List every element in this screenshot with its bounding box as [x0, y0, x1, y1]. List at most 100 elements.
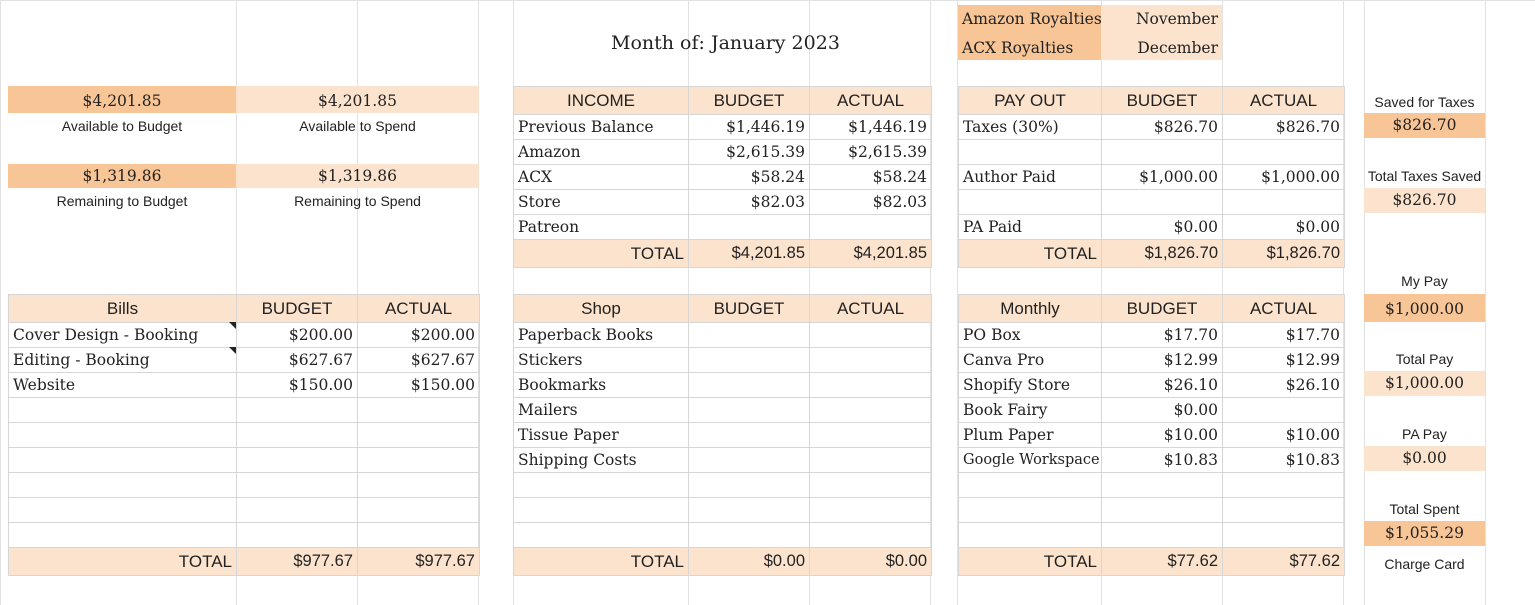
monthly-budget[interactable] — [1101, 522, 1223, 548]
shop-total-actual[interactable]: $0.00 — [809, 547, 932, 576]
total-spent-value[interactable]: $1,055.29 — [1364, 521, 1485, 546]
shop-budget[interactable] — [688, 497, 810, 523]
total-pay-value[interactable]: $1,000.00 — [1364, 371, 1485, 396]
bills-total-actual[interactable]: $977.67 — [357, 547, 480, 576]
total-taxes-saved-value[interactable]: $826.70 — [1364, 188, 1485, 213]
shop-actual-header[interactable]: ACTUAL — [809, 294, 932, 323]
monthly-budget[interactable]: $17.70 — [1101, 322, 1223, 348]
bill-label[interactable] — [8, 447, 237, 473]
shop-actual[interactable] — [809, 322, 932, 348]
shop-total-label[interactable]: TOTAL — [513, 547, 689, 576]
shop-header[interactable]: Shop — [513, 294, 689, 323]
shop-total-budget[interactable]: $0.00 — [688, 547, 810, 576]
shop-label[interactable] — [513, 497, 689, 523]
monthly-total-budget[interactable]: $77.62 — [1101, 547, 1223, 576]
income-budget[interactable] — [688, 214, 810, 240]
bill-budget[interactable]: $200.00 — [236, 322, 358, 348]
shop-budget[interactable] — [688, 397, 810, 423]
shop-budget[interactable] — [688, 447, 810, 473]
amazon-royalties-label[interactable]: Amazon Royalties — [958, 5, 1101, 34]
shop-label[interactable]: Bookmarks — [513, 372, 689, 398]
income-header[interactable]: INCOME — [513, 86, 689, 115]
payout-label[interactable] — [958, 189, 1102, 215]
monthly-total-actual[interactable]: $77.62 — [1222, 547, 1345, 576]
monthly-label[interactable] — [958, 522, 1102, 548]
shop-label[interactable]: Mailers — [513, 397, 689, 423]
income-total-label[interactable]: TOTAL — [513, 239, 689, 268]
monthly-actual[interactable]: $26.10 — [1222, 372, 1345, 398]
bill-actual[interactable]: $150.00 — [357, 372, 480, 398]
my-pay-value[interactable]: $1,000.00 — [1364, 294, 1485, 322]
bill-actual[interactable]: $200.00 — [357, 322, 480, 348]
bill-label[interactable] — [8, 422, 237, 448]
shop-label[interactable]: Paperback Books — [513, 322, 689, 348]
payout-label[interactable] — [958, 139, 1102, 165]
payout-actual[interactable]: $826.70 — [1222, 114, 1345, 140]
saved-for-taxes-value[interactable]: $826.70 — [1364, 113, 1485, 138]
monthly-label[interactable] — [958, 472, 1102, 498]
monthly-actual[interactable]: $10.00 — [1222, 422, 1345, 448]
payout-budget[interactable] — [1101, 139, 1223, 165]
pa-pay-value[interactable]: $0.00 — [1364, 446, 1485, 471]
monthly-budget[interactable]: $10.83 — [1101, 447, 1223, 473]
monthly-label[interactable]: Canva Pro — [958, 347, 1102, 373]
income-budget[interactable]: $58.24 — [688, 164, 810, 190]
amazon-royalties-month[interactable]: November — [1101, 5, 1222, 34]
income-actual[interactable] — [809, 214, 932, 240]
bill-budget[interactable] — [236, 397, 358, 423]
bill-actual[interactable] — [357, 522, 480, 548]
bills-total-label[interactable]: TOTAL — [8, 547, 237, 576]
monthly-actual[interactable] — [1222, 472, 1345, 498]
payout-label[interactable]: Author Paid — [958, 164, 1102, 190]
income-label[interactable]: Previous Balance — [513, 114, 689, 140]
bills-actual-header[interactable]: ACTUAL — [357, 294, 480, 323]
shop-budget[interactable] — [688, 422, 810, 448]
remaining-to-budget-value[interactable]: $1,319.86 — [8, 164, 236, 188]
bill-budget[interactable] — [236, 447, 358, 473]
shop-actual[interactable] — [809, 347, 932, 373]
shop-label[interactable] — [513, 472, 689, 498]
income-budget[interactable]: $2,615.39 — [688, 139, 810, 165]
shop-actual[interactable] — [809, 372, 932, 398]
bill-actual[interactable]: $627.67 — [357, 347, 480, 373]
cell-note-indicator[interactable] — [229, 347, 236, 354]
monthly-label[interactable]: Shopify Store — [958, 372, 1102, 398]
shop-budget[interactable] — [688, 322, 810, 348]
shop-budget[interactable] — [688, 347, 810, 373]
income-label[interactable]: Patreon — [513, 214, 689, 240]
cell-note-indicator[interactable] — [229, 322, 236, 329]
income-budget[interactable]: $82.03 — [688, 189, 810, 215]
payout-actual[interactable] — [1222, 189, 1345, 215]
bills-budget-header[interactable]: BUDGET — [236, 294, 358, 323]
acx-royalties-label[interactable]: ACX Royalties — [958, 34, 1101, 60]
shop-actual[interactable] — [809, 497, 932, 523]
shop-actual[interactable] — [809, 397, 932, 423]
bill-actual[interactable] — [357, 497, 480, 523]
shop-actual[interactable] — [809, 472, 932, 498]
payout-total-actual[interactable]: $1,826.70 — [1222, 239, 1345, 268]
shop-actual[interactable] — [809, 522, 932, 548]
monthly-label[interactable]: PO Box — [958, 322, 1102, 348]
income-actual-header[interactable]: ACTUAL — [809, 86, 932, 115]
monthly-actual[interactable] — [1222, 397, 1345, 423]
bill-label[interactable] — [8, 497, 237, 523]
monthly-actual-header[interactable]: ACTUAL — [1222, 294, 1345, 323]
payout-budget[interactable]: $1,000.00 — [1101, 164, 1223, 190]
income-label[interactable]: Amazon — [513, 139, 689, 165]
monthly-budget[interactable]: $12.99 — [1101, 347, 1223, 373]
monthly-actual[interactable]: $12.99 — [1222, 347, 1345, 373]
shop-label[interactable]: Stickers — [513, 347, 689, 373]
bill-budget[interactable] — [236, 472, 358, 498]
payout-header[interactable]: PAY OUT — [958, 86, 1102, 115]
income-actual[interactable]: $2,615.39 — [809, 139, 932, 165]
payout-actual-header[interactable]: ACTUAL — [1222, 86, 1345, 115]
available-to-spend-value[interactable]: $4,201.85 — [236, 86, 479, 113]
bill-label[interactable]: Cover Design - Booking — [8, 322, 237, 348]
bill-actual[interactable] — [357, 422, 480, 448]
shop-budget-header[interactable]: BUDGET — [688, 294, 810, 323]
monthly-actual[interactable]: $10.83 — [1222, 447, 1345, 473]
shop-label[interactable] — [513, 522, 689, 548]
monthly-label[interactable] — [958, 497, 1102, 523]
income-total-budget[interactable]: $4,201.85 — [688, 239, 810, 268]
income-total-actual[interactable]: $4,201.85 — [809, 239, 932, 268]
